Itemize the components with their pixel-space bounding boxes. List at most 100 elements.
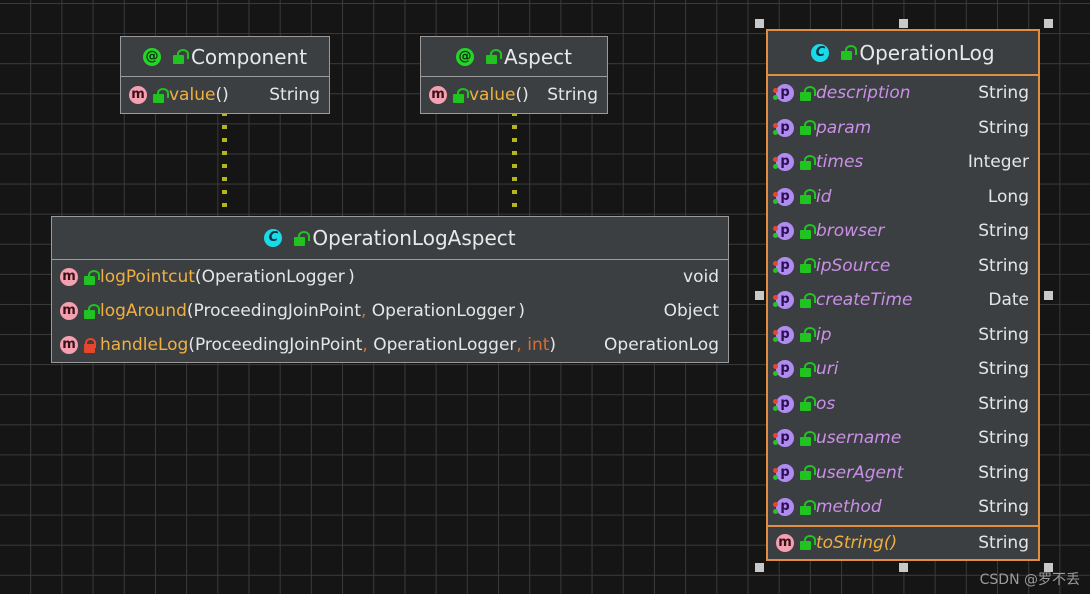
method-name: toString [816,532,884,553]
member-row[interactable]: m logAround(ProceedingJoinPoint, Operati… [52,294,728,328]
field-name: browser [816,221,885,242]
class-name-operationlog: OperationLog [859,40,995,65]
field-row[interactable]: p method String [768,490,1038,525]
field-row[interactable]: p userAgent String [768,456,1038,491]
class-name-aspect: Aspect [504,44,572,69]
property-icon: p [773,463,794,482]
property-icon: p [773,498,794,517]
field-name: userAgent [816,462,904,483]
unlock-icon [799,120,816,136]
field-row[interactable]: p description String [768,76,1038,111]
class-header-aspect: @ Aspect [421,37,607,77]
class-box-aspect[interactable]: @ Aspect m value () String [420,36,608,114]
property-icon: p [773,153,794,172]
unlock-icon [799,499,816,515]
member-arg: OperationLogger [373,335,517,355]
diagram-canvas[interactable]: @ Component m value () String @ Aspect m… [0,0,1090,594]
unlock-icon [485,49,503,64]
field-name: description [816,83,911,104]
method-row[interactable]: m toString() String [768,524,1038,559]
class-name-component: Component [190,44,308,69]
unlock-icon [840,45,858,60]
unlock-icon [799,154,816,170]
member-row[interactable]: m value () String [421,77,607,113]
field-type: Date [988,290,1029,311]
field-type: String [978,221,1029,242]
property-icon: p [773,222,794,241]
field-row[interactable]: p username String [768,421,1038,456]
annotation-icon: @ [142,47,161,66]
paren-close: ) [344,267,355,287]
class-icon: C [264,229,283,247]
member-parens: () [515,85,529,105]
field-name: username [816,428,902,449]
method-icon: m [60,336,78,354]
field-type: String [978,255,1029,276]
unlock-icon [799,535,816,550]
connector-aspect-to-aspectclass [512,112,517,216]
paren-close: ) [515,301,526,321]
selection-handle-middle-left[interactable] [755,291,764,300]
connector-component-to-aspectclass [222,112,227,216]
paren-close: ) [549,335,557,355]
member-arg: ProceedingJoinPoint [193,301,361,321]
field-row[interactable]: p createTime Date [768,283,1038,318]
method-parens: () [883,532,898,553]
member-row[interactable]: m handleLog(ProceedingJoinPoint, Operati… [52,328,728,362]
field-row[interactable]: p uri String [768,352,1038,387]
field-row[interactable]: p id Long [768,180,1038,215]
member-type: String [269,85,320,105]
unlock-icon [83,303,100,319]
selection-handle-top-center[interactable] [899,19,908,28]
annotation-icon: @ [456,47,475,66]
unlock-icon [799,223,816,239]
field-row[interactable]: p browser String [768,214,1038,249]
field-type: String [978,462,1029,483]
property-icon: p [773,187,794,206]
property-icon: p [773,429,794,448]
field-type: Long [987,186,1029,207]
class-icon: C [811,43,830,62]
field-row[interactable]: p param String [768,111,1038,146]
field-row[interactable]: p ipSource String [768,249,1038,284]
class-box-operationlog[interactable]: C OperationLog p description String p pa… [766,29,1040,561]
selection-handle-bottom-left[interactable] [755,563,764,572]
member-name: handleLog [100,335,189,355]
class-box-component[interactable]: @ Component m value () String [120,36,330,114]
member-name: logPointcut [100,267,195,287]
member-type: Object [663,301,719,321]
property-icon: p [773,325,794,344]
field-name: ipSource [816,255,891,276]
arg-separator: , [360,301,372,321]
field-row[interactable]: p ip String [768,318,1038,353]
field-type: String [978,359,1029,380]
field-name: times [816,152,864,173]
selection-handle-top-right[interactable] [1044,19,1053,28]
selection-handle-bottom-center[interactable] [899,563,908,572]
unlock-icon [799,258,816,274]
selection-handle-top-left[interactable] [755,19,764,28]
field-name: createTime [816,290,913,311]
member-row[interactable]: m logPointcut(OperationLogger ) void [52,260,728,294]
class-name-operationlogaspect: OperationLogAspect [312,226,516,250]
method-icon: m [429,86,447,104]
member-row[interactable]: m value () String [121,77,329,113]
member-type: OperationLog [604,335,719,355]
unlock-icon [799,430,816,446]
property-icon: p [773,394,794,413]
class-box-operationlogaspect[interactable]: C OperationLogAspect m logPointcut(Opera… [51,216,729,363]
field-row[interactable]: p os String [768,387,1038,422]
field-type: String [978,393,1029,414]
unlock-icon [799,396,816,412]
arg-separator: , [362,335,374,355]
field-name: os [816,393,836,414]
unlock-icon [799,189,816,205]
property-icon: p [773,291,794,310]
field-type: String [978,324,1029,345]
field-name: param [816,117,872,138]
selection-handle-middle-right[interactable] [1044,291,1053,300]
unlock-icon [452,87,469,103]
field-row[interactable]: p times Integer [768,145,1038,180]
field-type: Integer [967,152,1029,173]
class-header-component: @ Component [121,37,329,77]
